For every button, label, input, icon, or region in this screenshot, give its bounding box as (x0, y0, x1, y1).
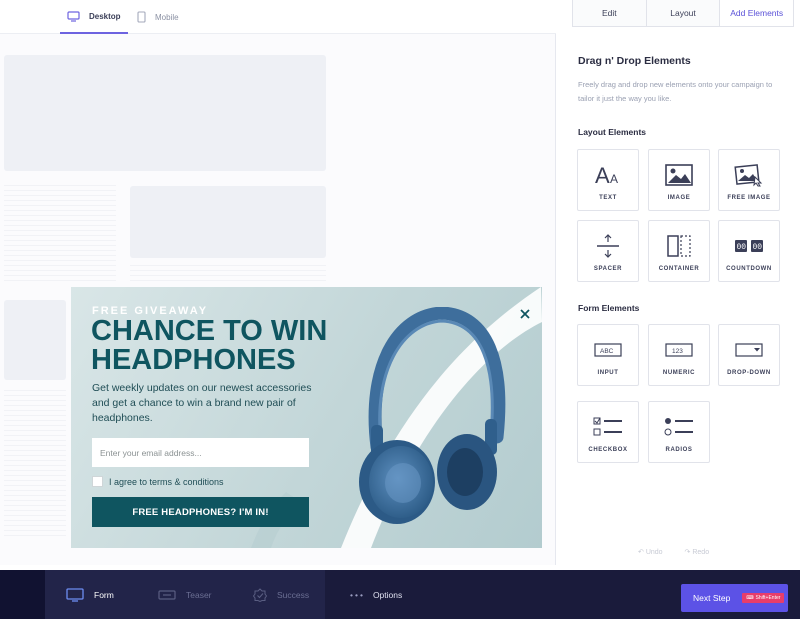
element-countdown[interactable]: 00 00 COUNTDOWN (718, 220, 780, 282)
svg-text:A: A (595, 163, 610, 187)
element-image[interactable]: IMAGE (648, 149, 710, 211)
placeholder-lines (4, 390, 66, 540)
popup-body-text: Get weekly updates on our newest accesso… (92, 382, 312, 424)
element-container[interactable]: CONTAINER (648, 220, 710, 282)
redo-label: Redo (692, 549, 710, 556)
bottom-left-strip (0, 570, 45, 619)
radios-icon (664, 418, 693, 436)
next-step-label: Next Step (693, 593, 731, 603)
terms-checkbox-row[interactable]: I agree to terms & conditions (92, 476, 224, 487)
element-input[interactable]: ABC INPUT (577, 324, 639, 386)
redo-button[interactable]: ↷ Redo (685, 548, 710, 556)
element-spacer-label: SPACER (593, 266, 623, 272)
popup-headline: CHANCE TO WIN HEADPHONES (91, 315, 328, 376)
element-free-image-label: FREE IMAGE (727, 195, 771, 201)
keyboard-icon: ⌨ (746, 595, 754, 601)
panel-title: Drag n' Drop Elements (578, 55, 691, 67)
image-icon (665, 164, 693, 186)
step-teaser-label: Teaser (186, 589, 212, 600)
svg-text:00: 00 (753, 243, 763, 252)
panel-description: Freely drag and drop new elements onto y… (578, 80, 773, 103)
tab-mobile[interactable]: Mobile (137, 0, 179, 34)
undo-redo-controls: ↶ Undo ↷ Redo (638, 548, 709, 556)
teaser-icon (158, 589, 176, 600)
cta-button[interactable]: FREE HEADPHONES? I'M IN! (92, 497, 309, 527)
tab-layout[interactable]: Layout (646, 0, 721, 26)
element-drop-down-label: DROP-DOWN (727, 370, 771, 376)
tab-desktop-label: Desktop (89, 11, 121, 21)
element-checkbox[interactable]: CHECKBOX (577, 401, 639, 463)
tab-mobile-label: Mobile (155, 12, 179, 22)
layout-elements-title: Layout Elements (578, 127, 647, 137)
editor-canvas: Desktop Mobile FREE GIVEAWAY CHANCE TO W… (0, 0, 556, 565)
shortcut-badge: ⌨ Shift+Enter (742, 593, 785, 603)
options-label: Options (372, 589, 403, 600)
element-text[interactable]: AA TEXT (577, 149, 639, 211)
element-spacer[interactable]: SPACER (577, 220, 639, 282)
step-success[interactable]: Success (253, 570, 309, 619)
more-dots-icon: ••• (350, 589, 365, 600)
tab-edit[interactable]: Edit (573, 0, 647, 26)
element-numeric-label: NUMERIC (662, 370, 696, 376)
options-menu[interactable]: ••• Options (350, 570, 402, 619)
element-radios[interactable]: RADIOS (648, 401, 710, 463)
free-image-icon (734, 164, 763, 187)
step-success-label: Success (277, 589, 310, 600)
text-icon: AA (595, 163, 618, 187)
element-checkbox-label: CHECKBOX (588, 447, 628, 453)
container-icon (667, 235, 691, 257)
steps-group: Form Teaser Success (45, 570, 325, 619)
desktop-icon (67, 10, 80, 22)
svg-text:00: 00 (737, 243, 747, 252)
email-field[interactable] (92, 438, 309, 467)
element-input-label: INPUT (597, 370, 619, 376)
bottom-step-bar: Form Teaser Success ••• Options Next Ste… (0, 570, 800, 619)
element-numeric[interactable]: 123 NUMERIC (648, 324, 710, 386)
step-teaser[interactable]: Teaser (158, 570, 212, 619)
placeholder-lines (4, 185, 116, 285)
form-icon (66, 587, 84, 602)
success-icon (253, 587, 267, 602)
numeric-icon: 123 (665, 343, 693, 357)
spacer-icon (597, 234, 619, 258)
checkbox-icon (593, 417, 622, 436)
placeholder-block (4, 55, 326, 171)
mobile-icon (137, 11, 146, 23)
giveaway-popup: FREE GIVEAWAY CHANCE TO WIN HEADPHONES G… (71, 287, 542, 548)
placeholder-lines (130, 265, 326, 285)
terms-label: I agree to terms & conditions (109, 476, 224, 487)
placeholder-block (130, 186, 326, 258)
device-tabs: Desktop Mobile (0, 0, 556, 34)
form-elements-title: Form Elements (578, 303, 640, 313)
element-radios-label: RADIOS (665, 447, 693, 453)
element-container-label: CONTAINER (658, 266, 700, 272)
element-countdown-label: COUNTDOWN (726, 266, 772, 272)
element-drop-down[interactable]: DROP-DOWN (718, 324, 780, 386)
element-image-label: IMAGE (667, 195, 691, 201)
tab-add-elements[interactable]: Add Elements (720, 0, 794, 26)
tab-desktop[interactable]: Desktop (60, 0, 128, 34)
terms-checkbox[interactable] (92, 476, 103, 487)
element-free-image[interactable]: FREE IMAGE (718, 149, 780, 211)
input-icon: ABC (594, 343, 622, 357)
countdown-icon: 00 00 (735, 240, 763, 252)
step-form-label: Form (94, 589, 114, 600)
placeholder-block (4, 300, 66, 380)
elements-panel: Edit Layout Add Elements Drag n' Drop El… (566, 0, 800, 565)
svg-text:ABC: ABC (600, 348, 614, 355)
undo-label: Undo (645, 549, 663, 556)
svg-text:123: 123 (672, 348, 683, 355)
svg-text:A: A (610, 172, 618, 186)
step-form[interactable]: Form (66, 570, 114, 619)
element-text-label: TEXT (599, 195, 617, 201)
headphones-image (359, 307, 506, 524)
close-icon[interactable] (518, 307, 532, 321)
panel-tabs: Edit Layout Add Elements (572, 0, 794, 27)
undo-button[interactable]: ↶ Undo (638, 548, 663, 556)
dropdown-icon (735, 343, 763, 357)
next-step-button[interactable]: Next Step ⌨ Shift+Enter (681, 584, 788, 612)
shortcut-label: Shift+Enter (755, 595, 781, 601)
